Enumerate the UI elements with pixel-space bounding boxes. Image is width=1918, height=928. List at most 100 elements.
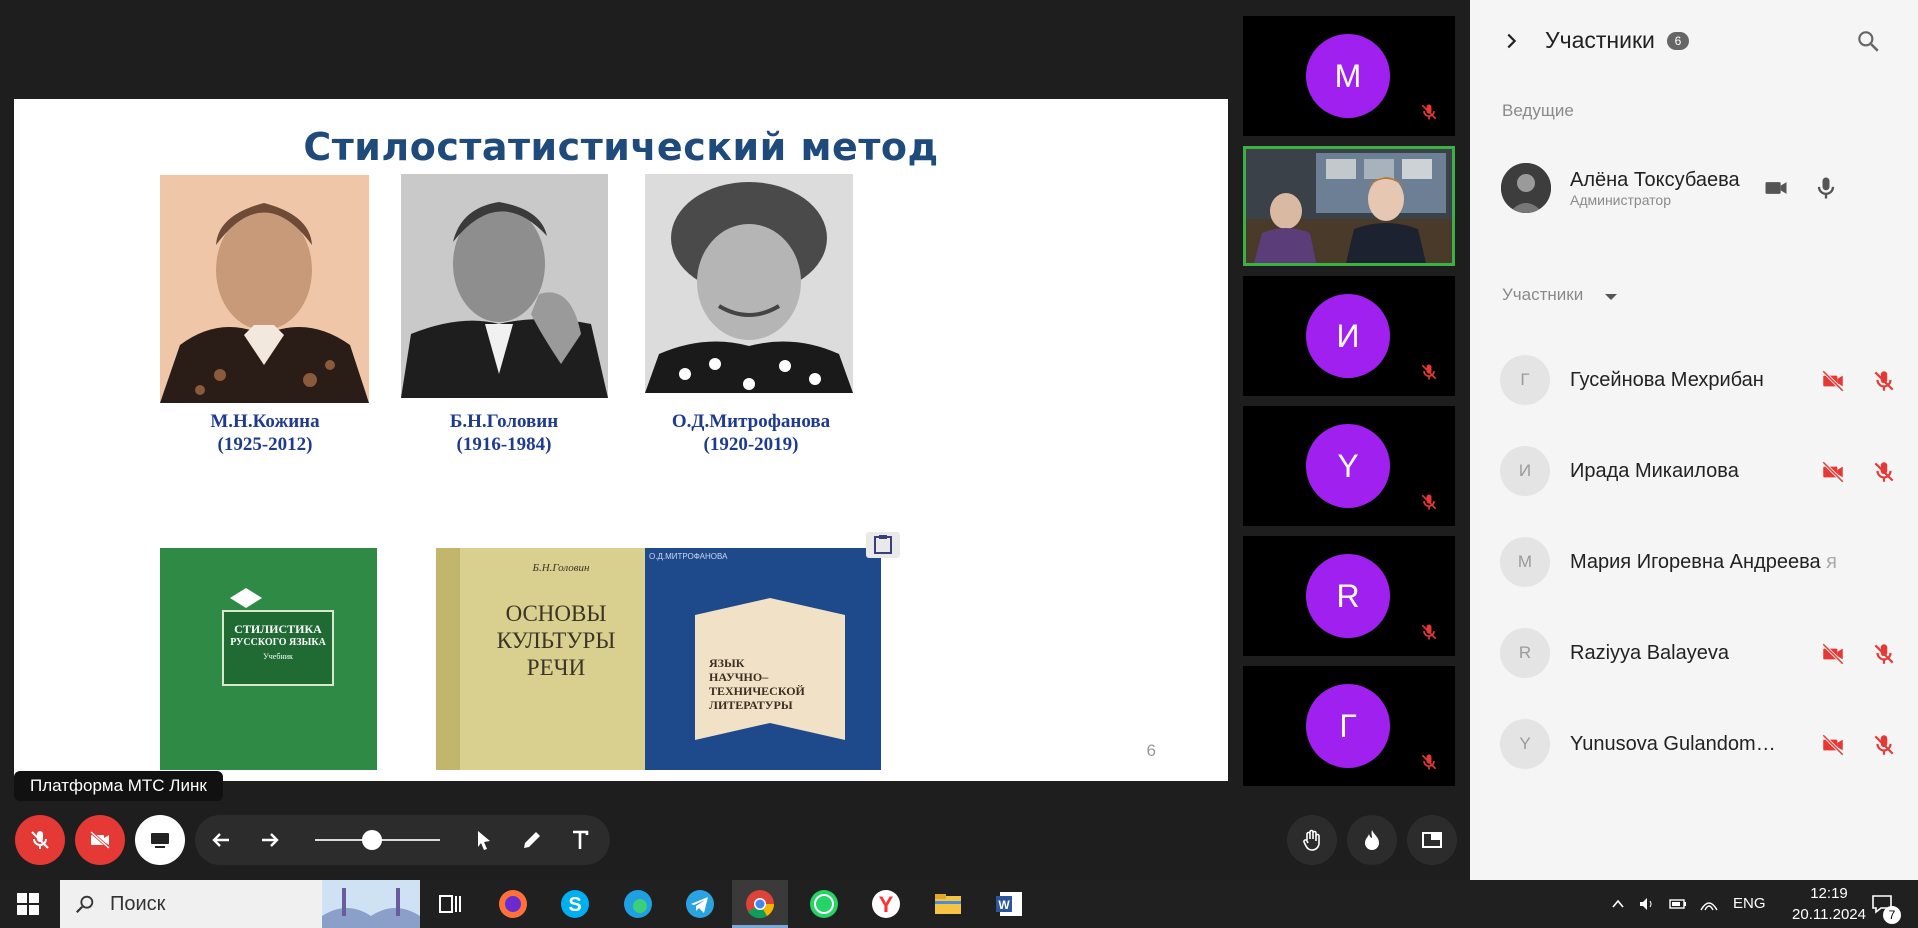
chevron-up-icon[interactable] <box>1610 896 1626 912</box>
edge-icon[interactable] <box>620 886 656 922</box>
camera-icon[interactable] <box>1762 174 1790 202</box>
search-icon[interactable] <box>1855 28 1881 54</box>
pencil-icon[interactable] <box>520 828 544 852</box>
input-language[interactable]: ENG <box>1733 895 1766 912</box>
search-icon <box>75 895 94 914</box>
clock-time[interactable]: 12:19 <box>1794 885 1864 902</box>
task-view-icon[interactable] <box>432 886 468 922</box>
clock-date[interactable]: 20.11.2024 <box>1777 906 1881 923</box>
book-title-line: ТЕХНИЧЕСКОЙ <box>709 684 805 698</box>
windows-taskbar: Поиск S Y W ENG 12:19 20.11.2024 7 <box>0 880 1918 928</box>
caption-name: О.Д.Митрофанова <box>671 411 831 432</box>
layout-button[interactable] <box>1407 815 1457 865</box>
participant-name-suffix: я <box>1826 551 1837 573</box>
raise-hand-button[interactable] <box>1287 815 1337 865</box>
screen-share-button[interactable] <box>135 815 185 865</box>
book-title-box: СТИЛИСТИКА РУССКОГО ЯЗЫКА Учебник <box>222 610 334 686</box>
slide-title: Стилостатистический метод <box>303 125 939 169</box>
svg-text:W: W <box>998 898 1010 912</box>
book-title-block: ЯЗЫК НАУЧНО– ТЕХНИЧЕСКОЙ ЛИТЕРАТУРЫ <box>709 656 839 712</box>
book-title-line: РУССКОГО ЯЗЫКА <box>230 637 326 648</box>
avatar: R <box>1500 628 1550 678</box>
camera-off-icon[interactable] <box>1820 641 1846 667</box>
avatar: И <box>1500 446 1550 496</box>
skype-icon[interactable]: S <box>557 886 593 922</box>
presentation-toolbar <box>195 815 610 865</box>
avatar: М <box>1500 537 1550 587</box>
chevron-right-icon[interactable] <box>1500 30 1522 52</box>
book-cover-yazyk: О.Д.МИТРОФАНОВА ЯЗЫК НАУЧНО– ТЕХНИЧЕСКОЙ… <box>645 548 881 770</box>
participant-row[interactable]: И Ирада Микаилова <box>1500 446 1900 498</box>
picture-in-picture-icon <box>1422 832 1442 848</box>
video-tile[interactable]: R <box>1243 536 1455 656</box>
caret-down-icon[interactable] <box>1604 292 1618 302</box>
mic-off-icon <box>1421 754 1437 770</box>
chrome-icon[interactable] <box>742 886 778 922</box>
conference-stage: Стилостатистический метод М.Н.Кожина (19… <box>0 0 1470 880</box>
participant-row[interactable]: R Raziyya Balayeva <box>1500 628 1900 680</box>
arrow-right-icon[interactable] <box>258 828 282 852</box>
video-tile[interactable]: Г <box>1243 666 1455 786</box>
portrait-kozhina <box>160 175 369 403</box>
windows-start-icon[interactable] <box>16 892 40 916</box>
video-tile-active-speaker[interactable] <box>1243 146 1455 266</box>
file-explorer-icon[interactable] <box>930 886 966 922</box>
book-cover-stilistika: СТИЛИСТИКА РУССКОГО ЯЗЫКА Учебник <box>160 548 377 770</box>
arrow-left-icon[interactable] <box>209 828 233 852</box>
flame-icon <box>1365 830 1379 850</box>
battery-icon[interactable] <box>1668 894 1688 914</box>
members-section-label[interactable]: Участники <box>1502 285 1583 305</box>
video-tile[interactable]: М <box>1243 16 1455 136</box>
participant-row[interactable]: М Мария Игоревна Андреева я <box>1500 537 1900 589</box>
avatar: Y <box>1500 719 1550 769</box>
text-tool-icon[interactable] <box>568 828 592 852</box>
mic-off-icon[interactable] <box>1871 732 1897 758</box>
platform-tooltip: Платформа МТС Линк <box>14 771 223 801</box>
panel-title: Участники <box>1545 27 1655 53</box>
mic-off-icon[interactable] <box>1871 641 1897 667</box>
yandex-browser-icon[interactable]: Y <box>868 886 904 922</box>
reactions-button[interactable] <box>1347 815 1397 865</box>
book-logo-icon <box>230 588 262 608</box>
mic-off-icon[interactable] <box>1871 459 1897 485</box>
portrait-golovin <box>401 174 608 398</box>
microphone-icon[interactable] <box>1812 174 1840 202</box>
svg-text:S: S <box>568 894 581 916</box>
book-author: О.Д.МИТРОФАНОВА <box>649 552 728 561</box>
toggle-mic-button[interactable] <box>15 815 65 865</box>
pointer-icon[interactable] <box>472 828 496 852</box>
participant-row[interactable]: Г Гусейнова Мехрибан <box>1500 355 1900 407</box>
book-title-line: ЯЗЫК <box>709 656 745 670</box>
host-name: Алёна Токсубаева <box>1570 169 1740 191</box>
book-title-line: ОСНОВЫ <box>505 601 607 626</box>
avatar: И <box>1306 294 1390 378</box>
participant-name-text: Мария Игоревна Андреева <box>1570 551 1821 573</box>
taskbar-search[interactable]: Поиск <box>60 880 420 928</box>
book-title-line: ЛИТЕРАТУРЫ <box>709 698 793 712</box>
participant-name: Мария Игоревна Андреева я <box>1570 551 1840 574</box>
camera-off-icon[interactable] <box>1820 732 1846 758</box>
toggle-camera-button[interactable] <box>75 815 125 865</box>
participant-row[interactable]: Y Yunusova Gulandom Gulomovna <box>1500 719 1900 771</box>
whatsapp-icon[interactable] <box>806 886 842 922</box>
book-cover-osnovy: Б.Н.Головин ОСНОВЫ КУЛЬТУРЫ РЕЧИ <box>436 548 655 770</box>
wifi-icon[interactable] <box>1699 894 1719 914</box>
speaker-icon[interactable] <box>1637 894 1657 914</box>
firefox-icon[interactable] <box>495 886 531 922</box>
camera-off-icon[interactable] <box>1820 459 1846 485</box>
book-subtitle: Учебник <box>263 652 293 661</box>
participant-name: Raziyya Balayeva <box>1570 642 1729 664</box>
telegram-icon[interactable] <box>682 886 718 922</box>
avatar: М <box>1306 34 1390 118</box>
word-icon[interactable]: W <box>992 886 1028 922</box>
participants-panel: Участники 6 Ведущие Алёна Токсубаева Адм… <box>1470 0 1918 880</box>
camera-off-icon[interactable] <box>1820 368 1846 394</box>
video-tile[interactable]: И <box>1243 276 1455 396</box>
mic-off-icon[interactable] <box>1871 368 1897 394</box>
participant-count-badge: 6 <box>1667 32 1689 50</box>
hosts-section-label: Ведущие <box>1502 101 1574 120</box>
video-tile[interactable]: Y <box>1243 406 1455 526</box>
zoom-slider-handle[interactable] <box>362 830 382 850</box>
clipboard-icon[interactable] <box>866 532 900 558</box>
avatar: Г <box>1500 355 1550 405</box>
